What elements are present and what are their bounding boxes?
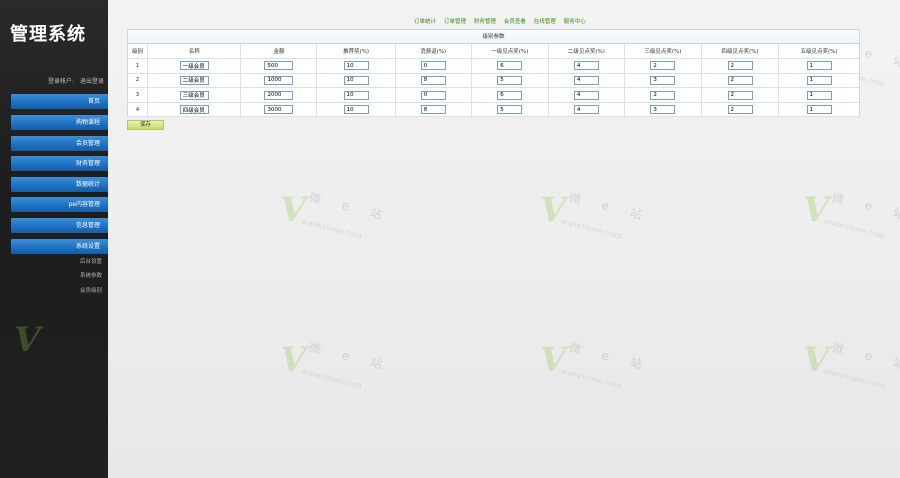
sidebar-item-home[interactable]: 首页: [11, 94, 108, 109]
sidebar-item-statistics[interactable]: 数据统计: [11, 177, 108, 192]
watermark-logo-icon: V微 e 站www.vioee.com: [540, 340, 653, 391]
top-link-online[interactable]: 在线管理: [534, 19, 556, 25]
amount-input[interactable]: [264, 105, 294, 115]
watermark-logo-icon: V微 e 站www.vioee.com: [803, 190, 900, 241]
login-user-label: 登录帐户:: [48, 78, 75, 85]
level2-input[interactable]: [573, 105, 599, 115]
col-header: 推荐奖(%): [316, 44, 396, 60]
sidebar-item-info[interactable]: 信息管理: [11, 218, 108, 233]
level-cell: 3: [128, 87, 149, 103]
amount-input[interactable]: [264, 75, 294, 85]
level2-input[interactable]: [573, 61, 599, 71]
col-header: 五级见点奖(%): [778, 44, 859, 60]
sidebar: 管理系统 登录帐户: 退出登录 首页 购物课程 会员管理 财务管理 数据统计 p…: [0, 0, 108, 478]
name-input[interactable]: [179, 90, 209, 100]
level4-input[interactable]: [727, 105, 753, 115]
level1-input[interactable]: [497, 105, 523, 115]
main-content: V微 e 站www.vioee.com V微 e 站www.vioee.com …: [108, 0, 900, 478]
table-header-row: 级别 名称 金额 推荐奖(%) 消费返(%) 一级见点奖(%) 二级见点奖(%)…: [128, 44, 859, 60]
watermark-logo-icon: V微 e 站www.vioee.com: [280, 340, 393, 391]
level1-input[interactable]: [497, 75, 523, 85]
level1-input[interactable]: [497, 61, 523, 71]
level5-input[interactable]: [806, 90, 832, 100]
level4-input[interactable]: [727, 90, 753, 100]
col-header: 名称: [147, 44, 242, 60]
level2-input[interactable]: [573, 75, 599, 85]
level3-input[interactable]: [650, 90, 676, 100]
watermark-logo-icon: V微 e 站www.vioee.com: [280, 190, 393, 241]
name-input[interactable]: [179, 75, 209, 85]
col-header: 级别: [128, 44, 149, 60]
sidebar-subitem-backend[interactable]: 后台设置: [11, 257, 102, 265]
referral-input[interactable]: [343, 90, 369, 100]
level4-input[interactable]: [727, 61, 753, 71]
referral-input[interactable]: [343, 75, 369, 85]
name-input[interactable]: [179, 61, 209, 71]
level5-input[interactable]: [806, 75, 832, 85]
level-params-panel: 级别参数 级别 名称 金额 推荐奖(%) 消费返(%) 一级见点奖(%) 二级见…: [127, 29, 860, 118]
sidebar-subitem-levels[interactable]: 会员级别: [11, 286, 102, 294]
referral-input[interactable]: [343, 105, 369, 115]
level-cell: 4: [128, 102, 149, 118]
watermark-logo-icon: V微 e 站www.vioee.com: [540, 190, 653, 241]
name-input[interactable]: [179, 105, 209, 115]
top-link-finance[interactable]: 财务管理: [474, 19, 496, 25]
consume-input[interactable]: [420, 61, 446, 71]
referral-input[interactable]: [343, 61, 369, 71]
level4-input[interactable]: [727, 75, 753, 85]
level-cell: 2: [128, 73, 149, 89]
top-link-service[interactable]: 服务中心: [564, 19, 586, 25]
level3-input[interactable]: [650, 75, 676, 85]
table-row: 3: [128, 87, 859, 103]
consume-input[interactable]: [420, 90, 446, 100]
level1-input[interactable]: [497, 90, 523, 100]
table-row: 4: [128, 102, 859, 118]
sidebar-item-settings[interactable]: 系统设置: [11, 239, 108, 254]
col-header: 一级见点奖(%): [471, 44, 549, 60]
logout-link[interactable]: 退出登录: [80, 78, 104, 85]
top-nav: 订单统计 订单管理 财务管理 会员查看 在线管理 服务中心: [414, 17, 592, 25]
level5-input[interactable]: [806, 105, 832, 115]
watermark-logo-icon: V微 e 站www.vioee.com: [803, 340, 900, 391]
col-header: 三级见点奖(%): [624, 44, 702, 60]
level-cell: 1: [128, 58, 149, 74]
sidebar-subitem-params[interactable]: 系统参数: [11, 271, 102, 279]
level-params-table: 级别 名称 金额 推荐奖(%) 消费返(%) 一级见点奖(%) 二级见点奖(%)…: [128, 44, 859, 118]
top-link-order-stats[interactable]: 订单统计: [414, 19, 436, 25]
col-header: 消费返(%): [395, 44, 472, 60]
level5-input[interactable]: [806, 61, 832, 71]
watermark-logo-icon: V: [14, 320, 41, 360]
sidebar-item-finance[interactable]: 财务管理: [11, 156, 108, 171]
sidebar-item-shopping[interactable]: 购物课程: [11, 115, 108, 130]
amount-input[interactable]: [264, 90, 294, 100]
table-row: 1: [128, 58, 859, 74]
level3-input[interactable]: [650, 61, 676, 71]
sidebar-item-content[interactable]: pe内容管理: [11, 197, 108, 212]
col-header: 四级见点奖(%): [701, 44, 780, 60]
save-button[interactable]: 保存: [127, 120, 164, 130]
panel-title: 级别参数: [128, 30, 859, 44]
table-row: 2: [128, 73, 859, 89]
col-header: 二级见点奖(%): [548, 44, 625, 60]
level2-input[interactable]: [573, 90, 599, 100]
top-link-order-manage[interactable]: 订单管理: [444, 19, 466, 25]
consume-input[interactable]: [420, 75, 446, 85]
level3-input[interactable]: [650, 105, 676, 115]
top-link-member-view[interactable]: 会员查看: [504, 19, 526, 25]
login-info: 登录帐户: 退出登录: [48, 76, 108, 85]
app-title: 管理系统: [10, 24, 86, 45]
consume-input[interactable]: [420, 105, 446, 115]
sidebar-item-members[interactable]: 会员管理: [11, 136, 108, 151]
col-header: 金额: [240, 44, 318, 60]
amount-input[interactable]: [264, 61, 294, 71]
